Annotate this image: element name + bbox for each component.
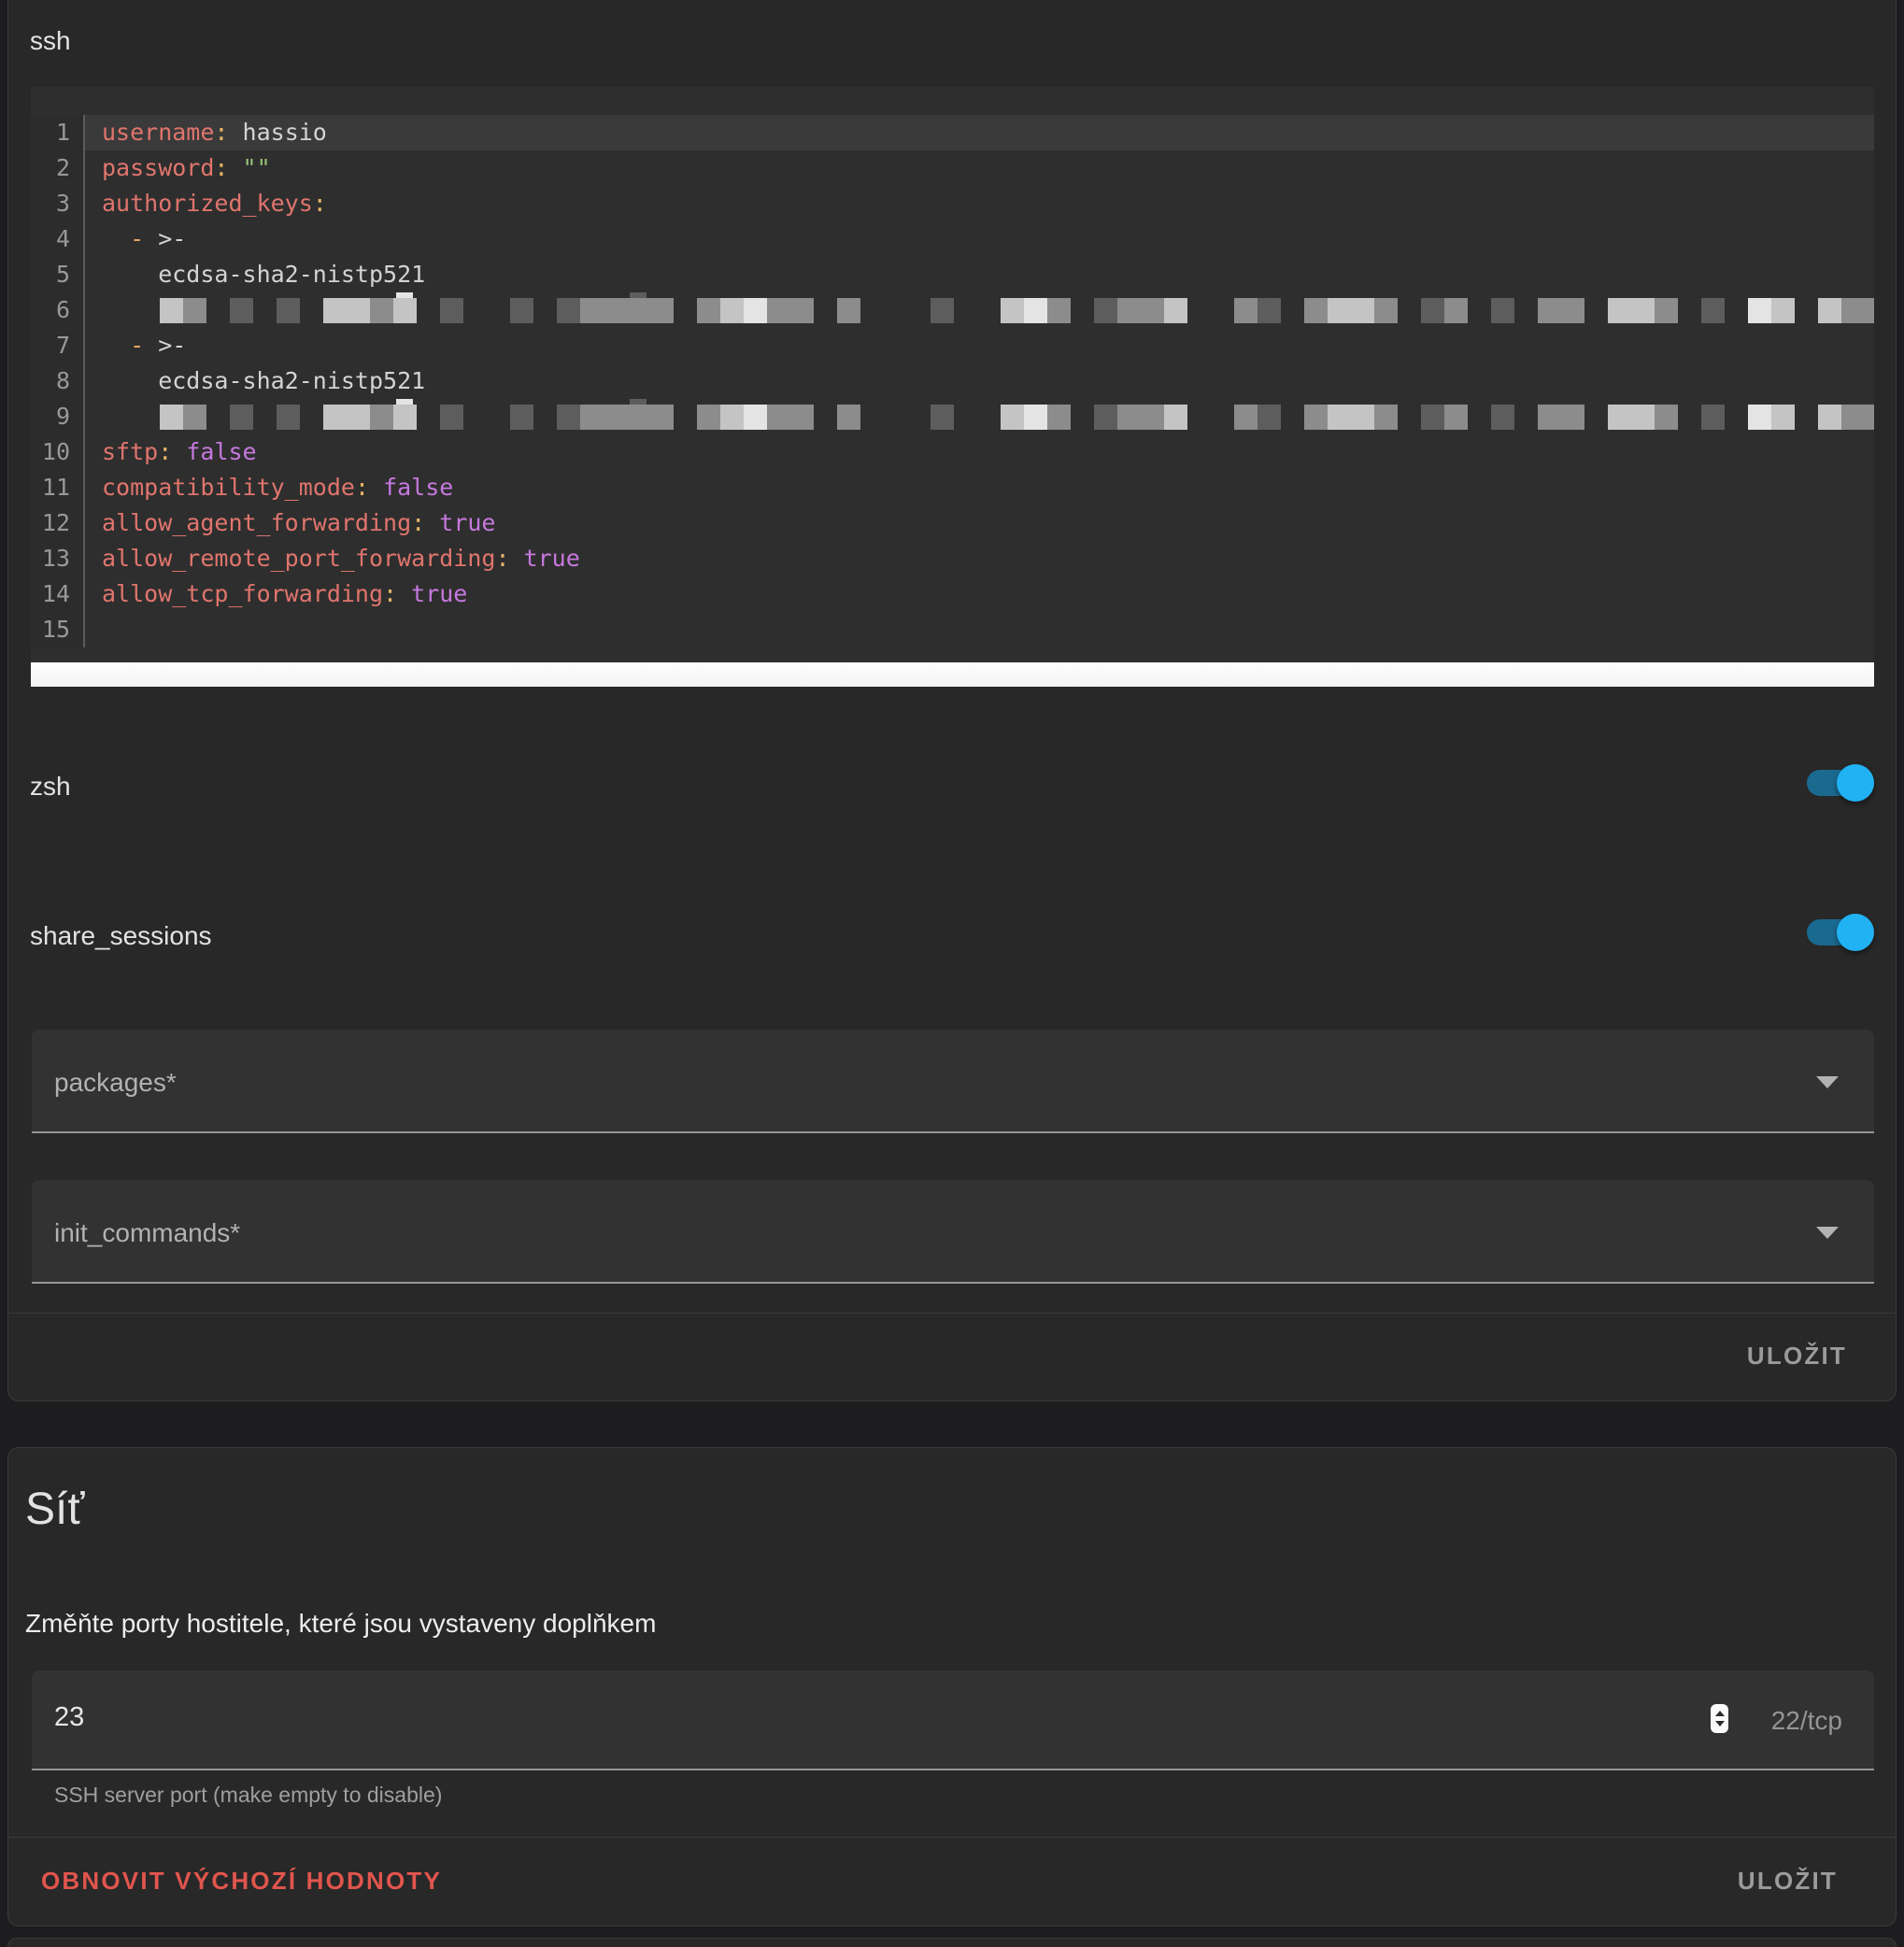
save-config-button[interactable]: ULOŽIT: [1747, 1342, 1847, 1371]
code-line: 3authorized_keys:: [31, 186, 1874, 221]
code-line: 4 - >-: [31, 221, 1874, 257]
yaml-code-editor[interactable]: 1username: hassio2password: ""3authorize…: [31, 87, 1874, 687]
network-card-subtitle: Změňte porty hostitele, které jsou vysta…: [25, 1609, 656, 1639]
code-line: 9: [31, 399, 1874, 434]
toggle-thumb-icon: [1837, 914, 1874, 951]
line-number: 6: [31, 292, 85, 328]
line-number: 10: [31, 434, 85, 470]
addon-config-card: ssh 1username: hassio2password: ""3autho…: [7, 0, 1897, 1401]
packages-select[interactable]: packages*: [32, 1030, 1874, 1133]
zsh-option-label: zsh: [30, 772, 71, 802]
reset-defaults-button[interactable]: OBNOVIT VÝCHOZÍ HODNOTY: [41, 1867, 442, 1896]
line-number: 13: [31, 541, 85, 576]
stepper-up-icon: [1715, 1711, 1725, 1716]
container-port-label: 22/tcp: [1771, 1706, 1842, 1736]
ssh-option-label: ssh: [30, 26, 71, 56]
redacted-key-mosaic: [160, 293, 1874, 329]
code-line: 11compatibility_mode: false: [31, 470, 1874, 505]
line-number: 3: [31, 186, 85, 221]
code-line: 10sftp: false: [31, 434, 1874, 470]
init-commands-select-label: init_commands*: [54, 1218, 240, 1248]
card-footer-divider: [8, 1313, 1896, 1314]
line-number: 7: [31, 328, 85, 363]
share-sessions-toggle[interactable]: [1807, 914, 1874, 951]
next-card-top-edge: [7, 1938, 1897, 1947]
editor-horizontal-scrollbar[interactable]: [31, 662, 1874, 687]
ssh-port-helper-text: SSH server port (make empty to disable): [54, 1783, 442, 1808]
card-footer-divider: [8, 1837, 1896, 1838]
code-line: 14allow_tcp_forwarding: true: [31, 576, 1874, 612]
share-sessions-option-label: share_sessions: [30, 921, 212, 951]
network-card: Síť Změňte porty hostitele, které jsou v…: [7, 1447, 1897, 1926]
code-lines: 1username: hassio2password: ""3authorize…: [31, 87, 1874, 662]
code-line: 12allow_agent_forwarding: true: [31, 505, 1874, 541]
network-card-title: Síť: [25, 1484, 84, 1535]
stepper-down-icon: [1715, 1721, 1725, 1727]
line-number: 1: [31, 115, 85, 150]
line-number: 12: [31, 505, 85, 541]
line-number: 2: [31, 150, 85, 186]
line-number: 15: [31, 612, 85, 647]
redacted-key-mosaic: [160, 400, 1874, 435]
ssh-port-input[interactable]: [54, 1702, 1642, 1733]
packages-select-label: packages*: [54, 1068, 177, 1098]
line-number: 8: [31, 363, 85, 399]
line-number: 4: [31, 221, 85, 257]
chevron-down-icon: [1816, 1076, 1839, 1088]
line-number: 14: [31, 576, 85, 612]
code-line: 5 ecdsa-sha2-nistp521: [31, 257, 1874, 292]
code-line: 8 ecdsa-sha2-nistp521: [31, 363, 1874, 399]
init-commands-select[interactable]: init_commands*: [32, 1180, 1874, 1284]
code-line: 7 - >-: [31, 328, 1874, 363]
zsh-toggle[interactable]: [1807, 764, 1874, 802]
number-stepper-icon[interactable]: [1711, 1704, 1728, 1733]
toggle-thumb-icon: [1837, 764, 1874, 802]
ssh-port-field: 22/tcp: [32, 1670, 1874, 1770]
code-line: 2password: "": [31, 150, 1874, 186]
code-line: 1username: hassio: [31, 115, 1874, 150]
code-line: 13allow_remote_port_forwarding: true: [31, 541, 1874, 576]
code-line: 6: [31, 292, 1874, 328]
chevron-down-icon: [1816, 1227, 1839, 1239]
line-number: 11: [31, 470, 85, 505]
save-network-button[interactable]: ULOŽIT: [1738, 1867, 1838, 1896]
line-number: 5: [31, 257, 85, 292]
code-line: 15: [31, 612, 1874, 647]
line-number: 9: [31, 399, 85, 434]
